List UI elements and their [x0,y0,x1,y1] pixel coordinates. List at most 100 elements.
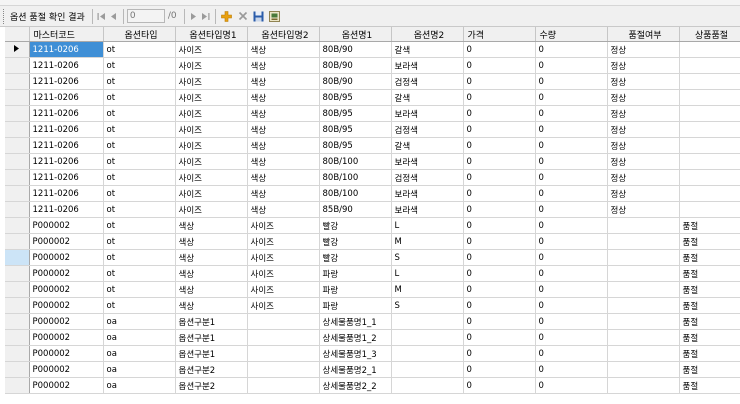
grid-cell[interactable]: 색상 [247,73,320,90]
grid-cell[interactable]: oa [103,345,176,362]
column-header-10[interactable]: 상품품절 [679,27,740,42]
row-header-cell[interactable] [5,377,30,394]
table-row[interactable]: P000002 oa 옵션구분1 상세물품명1_1 0 0 품절 [5,313,740,330]
grid-cell[interactable]: ot [103,265,176,282]
grid-cell[interactable]: 80B/100 [319,169,392,186]
grid-cell[interactable]: 품절 [679,233,740,250]
grid-cell[interactable]: 85B/90 [319,201,392,218]
grid-cell[interactable] [607,377,680,394]
grid-cell[interactable]: 색상 [175,265,248,282]
table-row[interactable]: 1211-0206 ot 사이즈 색상 80B/95 보라색 0 0 정상 [5,105,740,122]
grid-cell[interactable]: P000002 [29,313,104,330]
grid-cell[interactable]: 품절 [679,281,740,298]
grid-cell[interactable]: 사이즈 [247,217,320,234]
grid-cell[interactable]: ot [103,89,176,106]
grid-cell[interactable] [679,121,740,138]
grid-cell[interactable]: 파랑 [319,281,392,298]
grid-cell[interactable]: 사이즈 [247,265,320,282]
grid-cell[interactable]: 사이즈 [175,73,248,90]
grid-cell[interactable]: 0 [463,361,536,378]
grid-cell[interactable]: 0 [463,329,536,346]
grid-cell[interactable]: 사이즈 [175,201,248,218]
grid-cell[interactable]: 빨강 [319,233,392,250]
grid-cell[interactable]: 1211-0206 [29,201,104,218]
column-header-1[interactable]: 마스터코드 [29,27,104,42]
grid-cell[interactable]: 상세물품명2_2 [319,377,392,394]
corner-header-cell[interactable] [5,27,30,42]
table-row[interactable]: P000002 oa 옵션구분1 상세물품명1_3 0 0 품절 [5,345,740,362]
row-header-cell[interactable] [5,201,30,218]
grid-cell[interactable]: ot [103,217,176,234]
grid-cell[interactable] [391,313,464,330]
grid-cell[interactable]: ot [103,73,176,90]
row-header-cell[interactable] [5,185,30,202]
grid-cell[interactable]: 0 [535,89,608,106]
table-row[interactable]: P000002 oa 옵션구분2 상세물품명2_1 0 0 품절 [5,361,740,378]
grid-cell[interactable]: P000002 [29,329,104,346]
grid-cell[interactable]: 0 [535,121,608,138]
grid-cell[interactable]: 사이즈 [247,249,320,266]
grid-cell[interactable] [679,169,740,186]
grid-cell[interactable] [391,345,464,362]
grid-cell[interactable]: 0 [463,41,536,58]
grid-cell[interactable]: 품절 [679,361,740,378]
row-header-cell[interactable] [5,297,30,314]
table-row[interactable]: P000002 ot 색상 사이즈 빨강 M 0 0 품절 [5,233,740,250]
grid-cell[interactable]: 색상 [247,201,320,218]
column-header-8[interactable]: 수량 [535,27,608,42]
grid-cell[interactable]: P000002 [29,217,104,234]
grid-cell[interactable]: 옵션구분1 [175,313,248,330]
table-row[interactable]: 1211-0206 ot 사이즈 색상 85B/90 보라색 0 0 정상 [5,201,740,218]
row-header-cell[interactable] [5,249,30,266]
column-header-4[interactable]: 옵션타입명2 [247,27,320,42]
grid-cell[interactable]: 1211-0206 [29,153,104,170]
grid-cell[interactable] [247,361,320,378]
grid-cell[interactable]: ot [103,297,176,314]
row-header-cell[interactable] [5,217,30,234]
grid-cell[interactable]: 품절 [679,297,740,314]
grid-cell[interactable]: 정상 [607,153,680,170]
delete-button[interactable] [236,9,250,23]
grid-cell[interactable]: ot [103,57,176,74]
grid-cell[interactable] [247,377,320,394]
grid-cell[interactable]: 0 [463,73,536,90]
grid-cell[interactable]: 파랑 [319,297,392,314]
grid-cell[interactable]: 1211-0206 [29,105,104,122]
row-header-cell[interactable] [5,361,30,378]
grid-cell[interactable]: ot [103,41,176,58]
grid-cell[interactable]: P000002 [29,345,104,362]
grid-cell[interactable]: 0 [535,73,608,90]
grid-cell[interactable] [607,217,680,234]
grid-cell[interactable]: 사이즈 [175,121,248,138]
grid-cell[interactable]: 0 [535,297,608,314]
grid-cell[interactable]: 색상 [247,137,320,154]
row-header-cell[interactable] [5,121,30,138]
grid-cell[interactable]: 색상 [175,281,248,298]
grid-cell[interactable]: 품절 [679,377,740,394]
grid-cell[interactable] [391,377,464,394]
grid-cell[interactable]: 0 [535,153,608,170]
grid-cell[interactable]: 0 [463,377,536,394]
grid-cell[interactable]: 검정색 [391,121,464,138]
row-header-cell[interactable] [5,329,30,346]
grid-cell[interactable]: 색상 [247,153,320,170]
table-row[interactable]: 1211-0206 ot 사이즈 색상 80B/100 보라색 0 0 정상 [5,185,740,202]
grid-cell[interactable]: 80B/100 [319,185,392,202]
column-header-3[interactable]: 옵션타입명1 [175,27,248,42]
column-header-6[interactable]: 옵션명2 [391,27,464,42]
grid-cell[interactable]: 0 [463,281,536,298]
grid-cell[interactable]: 정상 [607,41,680,58]
grid-cell[interactable]: 1211-0206 [29,137,104,154]
column-header-2[interactable]: 옵션타입 [103,27,176,42]
grid-cell[interactable]: 80B/90 [319,57,392,74]
move-next-button[interactable] [188,9,200,23]
grid-cell[interactable] [679,153,740,170]
grid-cell[interactable]: 0 [535,233,608,250]
grid-cell[interactable]: 색상 [175,297,248,314]
grid-cell[interactable]: 0 [535,345,608,362]
grid-cell[interactable]: 0 [463,233,536,250]
grid-cell[interactable]: 0 [535,217,608,234]
grid-cell[interactable]: ot [103,105,176,122]
row-header-cell[interactable] [5,233,30,250]
row-header-cell[interactable] [5,41,30,58]
